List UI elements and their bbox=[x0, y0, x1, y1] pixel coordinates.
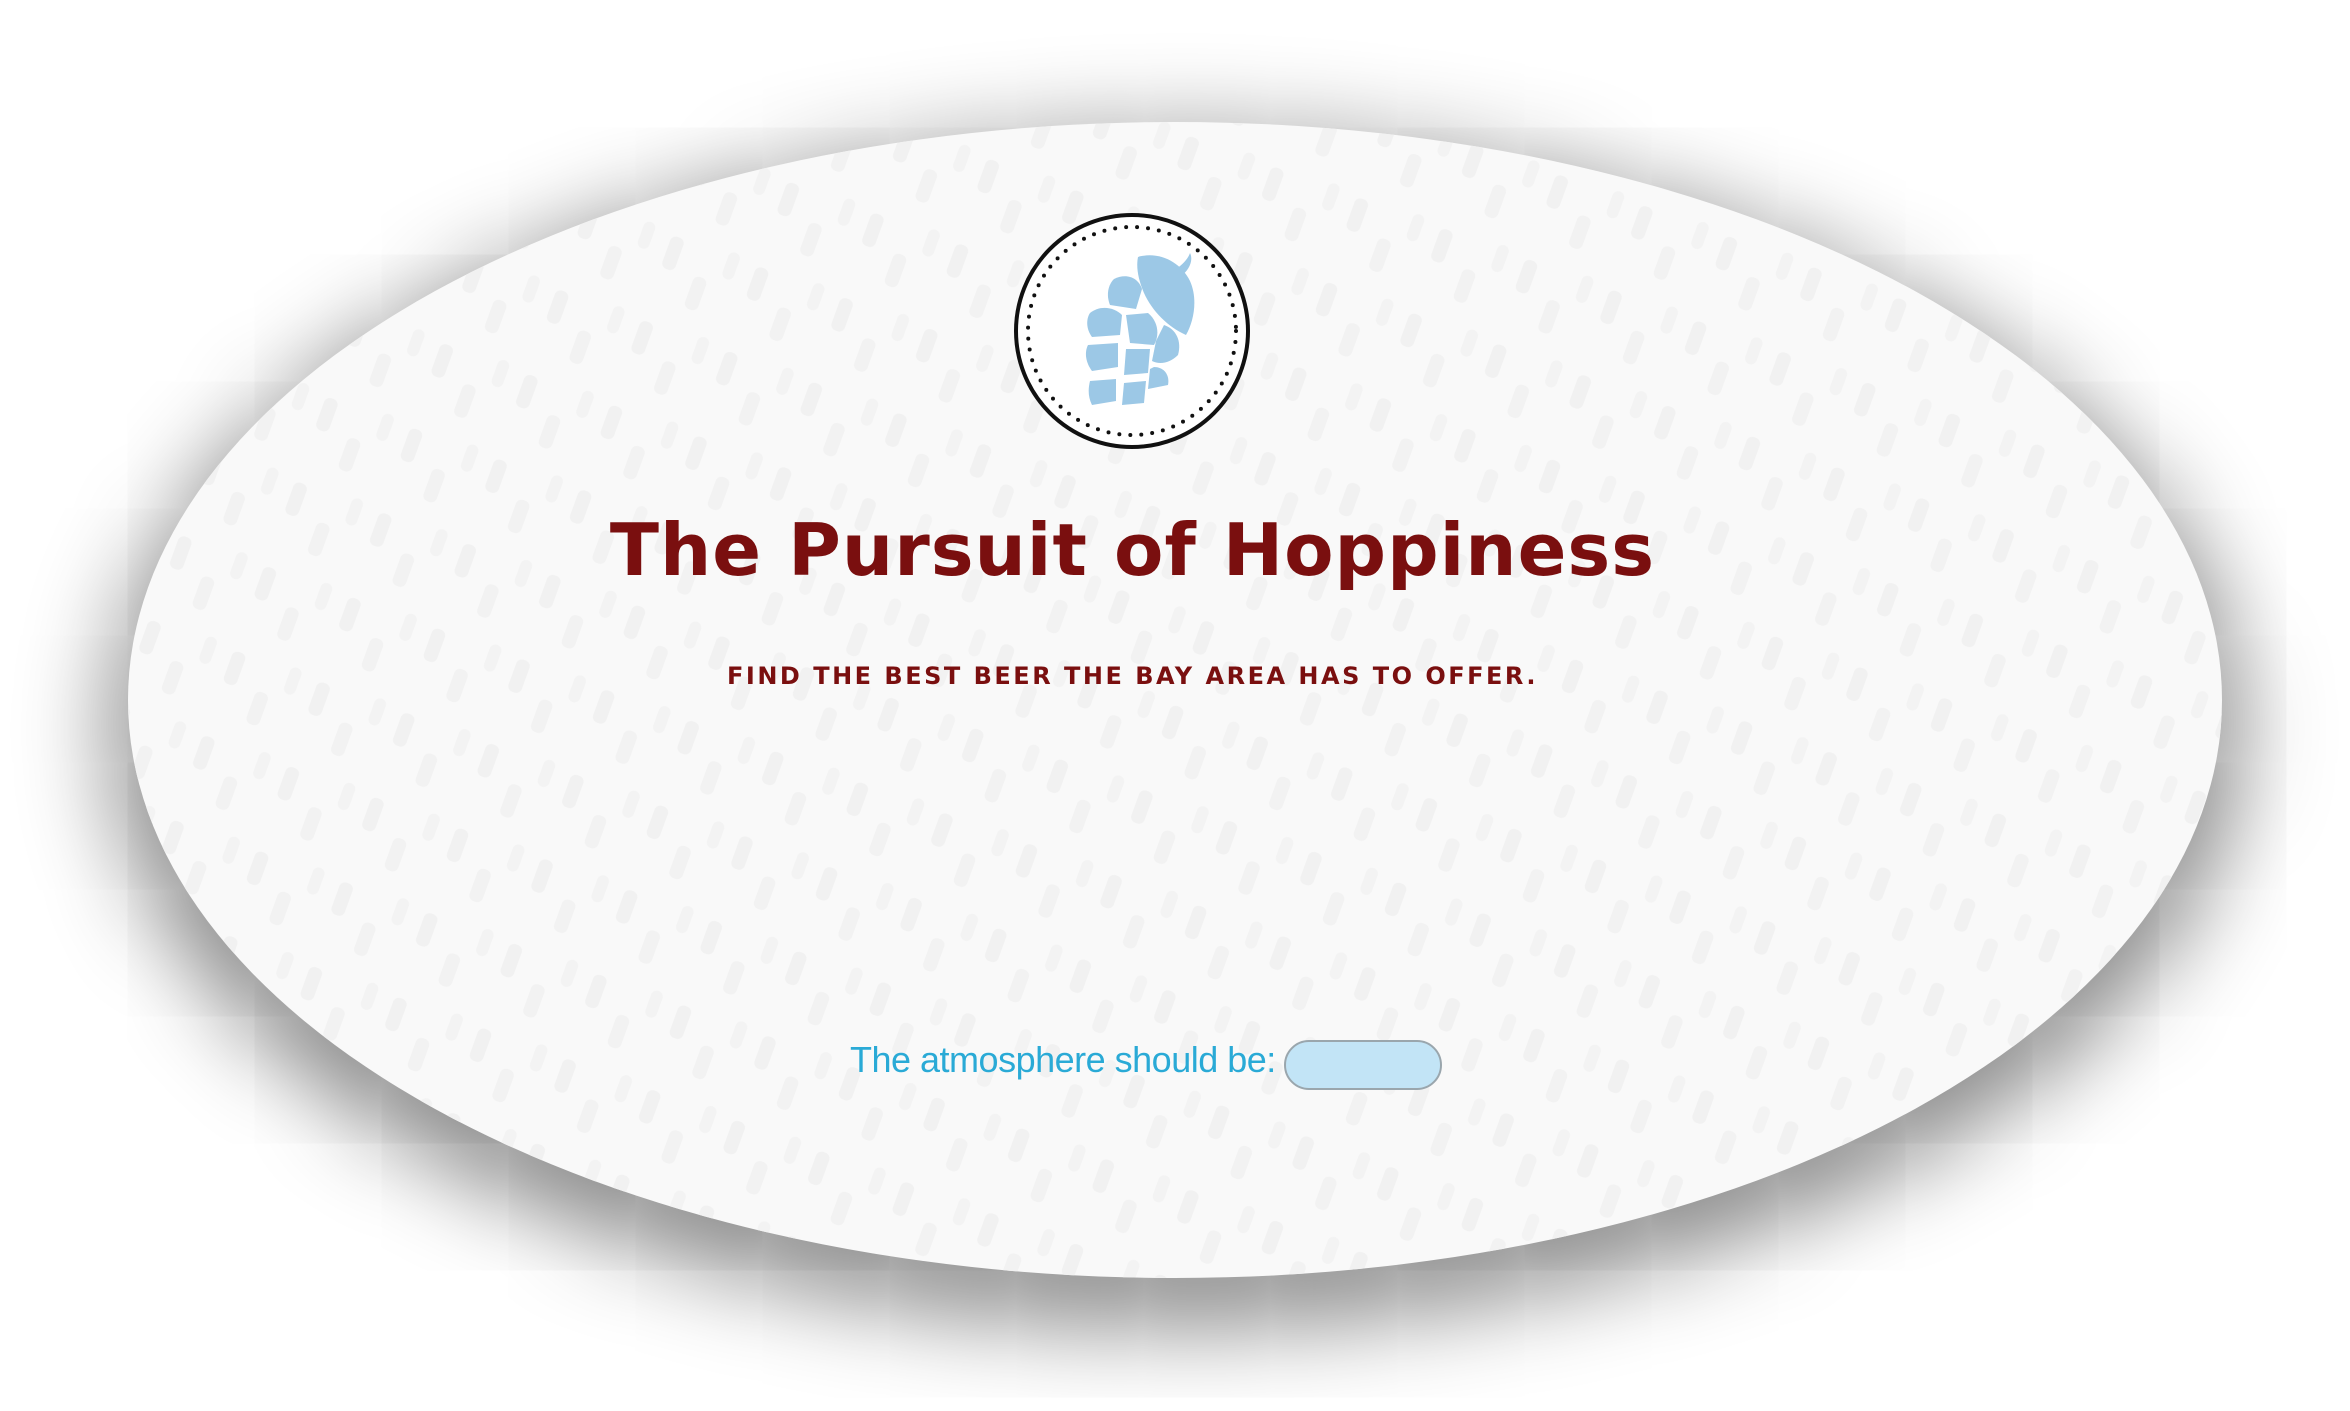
page-subtitle: FIND THE BEST BEER THE BAY AREA HAS TO O… bbox=[727, 662, 1538, 690]
page: The Pursuit of Hoppiness FIND THE BEST B… bbox=[0, 0, 2350, 1411]
hop-cone-icon bbox=[1026, 225, 1238, 437]
atmosphere-label: The atmosphere should be: bbox=[850, 1039, 1276, 1080]
atmosphere-select[interactable] bbox=[1283, 1040, 1442, 1090]
atmosphere-form-row: The atmosphere should be: bbox=[850, 1030, 1442, 1090]
logo bbox=[1014, 213, 1250, 449]
page-title: The Pursuit of Hoppiness bbox=[609, 508, 1656, 592]
